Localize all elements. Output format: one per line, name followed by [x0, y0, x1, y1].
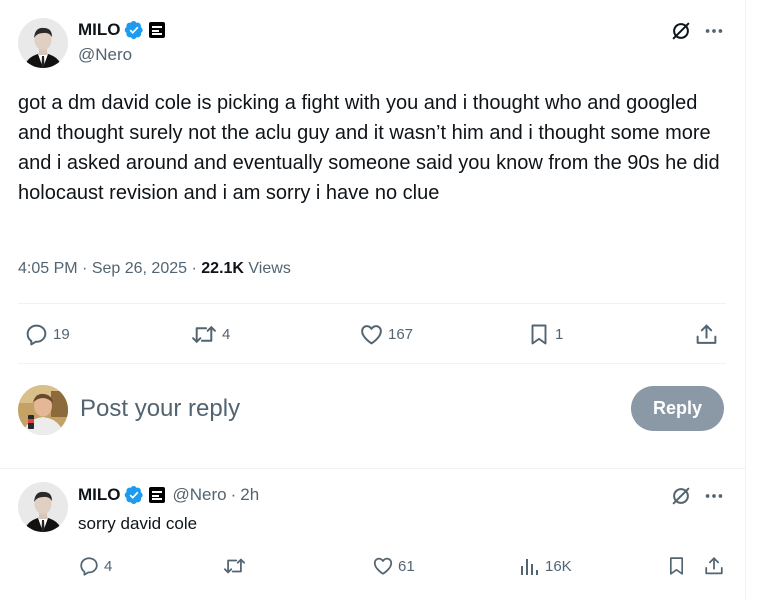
bookmark-button[interactable]: 1	[527, 322, 563, 347]
author-handle-row: @Nero	[78, 45, 132, 65]
views-icon	[521, 559, 538, 575]
reply-icon	[80, 557, 98, 576]
reply-count: 4	[104, 557, 113, 575]
reply-icon	[26, 324, 47, 346]
share-icon	[696, 324, 717, 344]
reply-button[interactable]: 4	[78, 555, 112, 577]
grok-icon[interactable]	[670, 485, 692, 507]
more-icon[interactable]	[703, 485, 725, 507]
share-icon	[705, 557, 723, 575]
reply-input[interactable]: Post your reply	[80, 395, 240, 423]
reply-text: sorry david cole	[78, 514, 198, 533]
bookmark-icon	[531, 324, 547, 345]
tweet-date[interactable]: Sep 26, 2025	[92, 260, 187, 277]
divider	[18, 363, 726, 364]
reply-name-row: MILO @Nero · 2h	[78, 485, 259, 505]
like-icon	[361, 325, 382, 345]
repost-button[interactable]	[222, 555, 251, 577]
current-user-avatar[interactable]	[18, 385, 68, 435]
share-button[interactable]	[703, 555, 725, 577]
view-count: 16K	[545, 557, 572, 575]
like-button[interactable]: 61	[372, 555, 415, 577]
divider	[18, 303, 726, 304]
repost-icon	[192, 326, 216, 343]
more-icon[interactable]	[703, 20, 725, 42]
reply-author-display-name[interactable]: MILO	[78, 485, 121, 505]
reply-submit-button[interactable]: Reply	[631, 386, 724, 431]
tweet-meta: 4:05 PM · Sep 26, 2025 · 22.1K Views	[18, 260, 291, 277]
grok-icon[interactable]	[670, 20, 692, 42]
bookmark-button[interactable]	[666, 555, 687, 577]
reply-button[interactable]: 19	[24, 322, 70, 347]
verified-badge-icon[interactable]	[124, 20, 144, 40]
meta-separator: ·	[230, 485, 237, 504]
repost-button[interactable]: 4	[190, 322, 230, 347]
author-avatar[interactable]	[18, 18, 68, 68]
views-label: Views	[248, 260, 291, 277]
column-border	[745, 0, 746, 600]
view-count: 22.1K	[201, 260, 244, 277]
views-button[interactable]: 16K	[519, 555, 572, 577]
author-display-name[interactable]: MILO	[78, 20, 121, 40]
reply-age[interactable]: 2h	[240, 485, 259, 505]
author-name-row: MILO	[78, 20, 165, 40]
tweet-text: got a dm david cole is picking a fight w…	[18, 92, 720, 204]
reply-count: 19	[53, 326, 70, 343]
reply-author-avatar[interactable]	[18, 482, 68, 532]
like-count: 167	[388, 326, 414, 343]
divider	[0, 468, 745, 469]
repost-icon	[224, 558, 245, 574]
affiliate-badge-icon[interactable]	[148, 22, 165, 38]
like-icon	[373, 557, 393, 575]
repost-count: 4	[222, 326, 231, 343]
bookmark-count: 1	[555, 326, 564, 343]
like-count: 61	[398, 557, 415, 575]
tweet-time[interactable]: 4:05 PM	[18, 260, 78, 277]
reply-author-handle[interactable]: @Nero	[173, 485, 227, 505]
verified-badge-icon[interactable]	[124, 485, 144, 505]
share-button[interactable]	[694, 322, 719, 347]
bookmark-icon	[669, 557, 684, 575]
affiliate-badge-icon[interactable]	[148, 487, 165, 503]
author-handle[interactable]: @Nero	[78, 45, 132, 65]
like-button[interactable]: 167	[359, 322, 413, 347]
